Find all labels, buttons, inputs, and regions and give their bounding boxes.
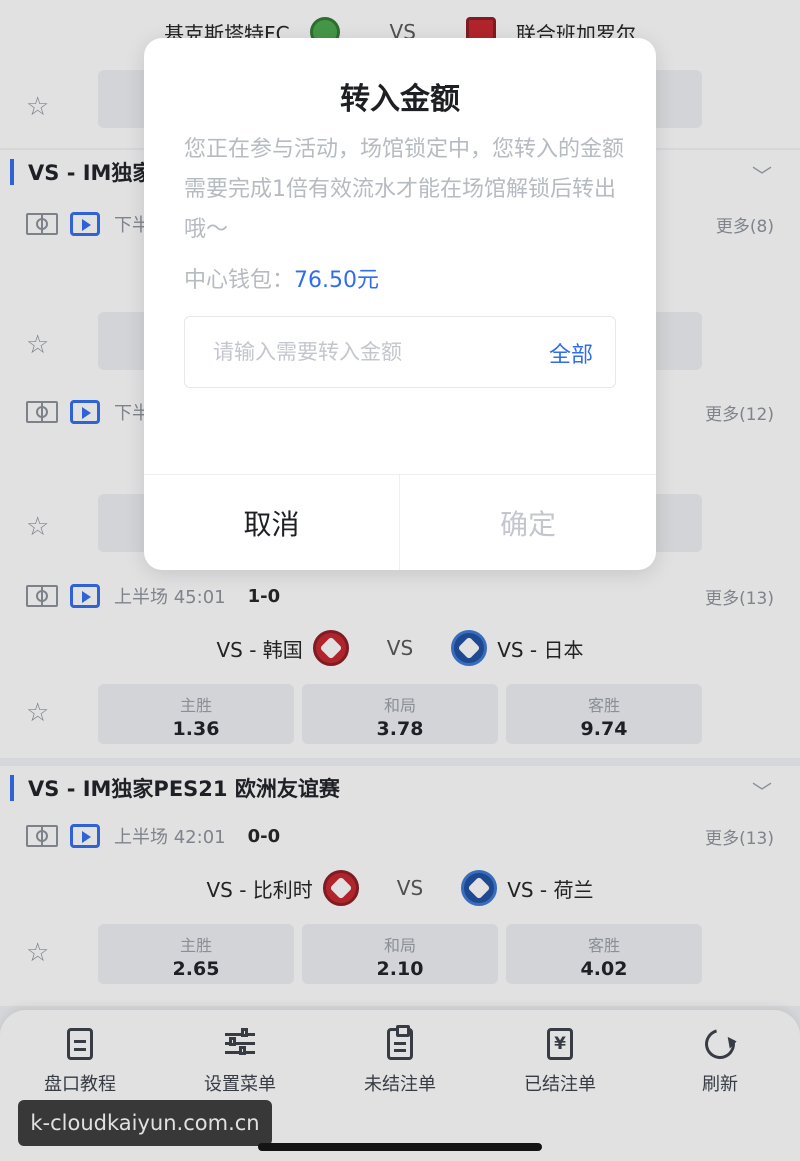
amount-input[interactable] [213, 340, 513, 364]
confirm-button[interactable]: 确定 [400, 475, 656, 570]
all-amount-button[interactable]: 全部 [549, 337, 593, 369]
cancel-button[interactable]: 取消 [144, 475, 400, 570]
wallet-amount: 76.50元 [294, 268, 379, 293]
transfer-amount-dialog: 转入金额 您正在参与活动，场馆锁定中，您转入的金额需要完成1倍有效流水才能在场馆… [144, 38, 656, 570]
dialog-title: 转入金额 [340, 82, 460, 117]
wallet-balance: 中心钱包：76.50元 [184, 262, 379, 294]
dialog-footer: 取消 确定 [144, 474, 656, 570]
wallet-label: 中心钱包： [184, 268, 295, 293]
dialog-message: 您正在参与活动，场馆锁定中，您转入的金额需要完成1倍有效流水才能在场馆解锁后转出… [184, 137, 625, 242]
amount-input-box: 全部 [184, 316, 616, 388]
